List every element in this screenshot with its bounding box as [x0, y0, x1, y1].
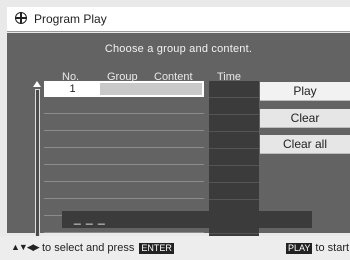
- program-row-4[interactable]: [44, 131, 204, 148]
- help-select-text: to select and press ENTER: [42, 242, 174, 254]
- program-row-1[interactable]: 1: [44, 81, 204, 97]
- time-cell: [209, 81, 259, 98]
- program-row-6[interactable]: [44, 165, 204, 182]
- play-key-badge: PLAY: [286, 243, 313, 254]
- program-play-window: Program Play Choose a group and content.…: [0, 0, 350, 260]
- program-panel: Choose a group and content. No. Group Co…: [7, 33, 350, 243]
- time-cell: [209, 183, 259, 200]
- help-play-label: to start: [315, 242, 350, 254]
- time-cell: [209, 166, 259, 183]
- arrow-keys-icon: ▲▼◀▶: [11, 242, 40, 252]
- instruction-text: Choose a group and content.: [104, 43, 253, 55]
- list-scrollbar[interactable]: [33, 81, 42, 243]
- time-cell: [209, 132, 259, 149]
- time-cell: [209, 98, 259, 115]
- enter-key-badge: ENTER: [139, 243, 174, 254]
- number-entry-value: _ _ _: [74, 211, 106, 225]
- window-title: Program Play: [34, 12, 107, 26]
- time-cell: [209, 115, 259, 132]
- program-row-7[interactable]: [44, 182, 204, 199]
- program-row-3[interactable]: [44, 114, 204, 131]
- help-bar: ▲▼◀▶ to select and press ENTER PLAY to s…: [0, 236, 350, 260]
- number-entry-field[interactable]: _ _ _: [62, 211, 312, 228]
- time-cell: [209, 149, 259, 166]
- scroll-up-arrow-icon[interactable]: [33, 81, 41, 87]
- program-row-5[interactable]: [44, 148, 204, 165]
- clear-button[interactable]: Clear: [260, 109, 350, 128]
- group-content-cell[interactable]: [100, 83, 202, 95]
- clear-all-button[interactable]: Clear all: [260, 135, 350, 154]
- title-bar: Program Play: [7, 7, 350, 32]
- play-button[interactable]: Play: [260, 82, 350, 101]
- program-row-2[interactable]: [44, 97, 204, 114]
- help-play-text: PLAY to start: [284, 242, 349, 254]
- program-play-icon: [15, 12, 27, 24]
- scrollbar-track[interactable]: [35, 89, 40, 237]
- row-number: 1: [69, 83, 76, 95]
- help-select-label: to select and press: [42, 242, 135, 254]
